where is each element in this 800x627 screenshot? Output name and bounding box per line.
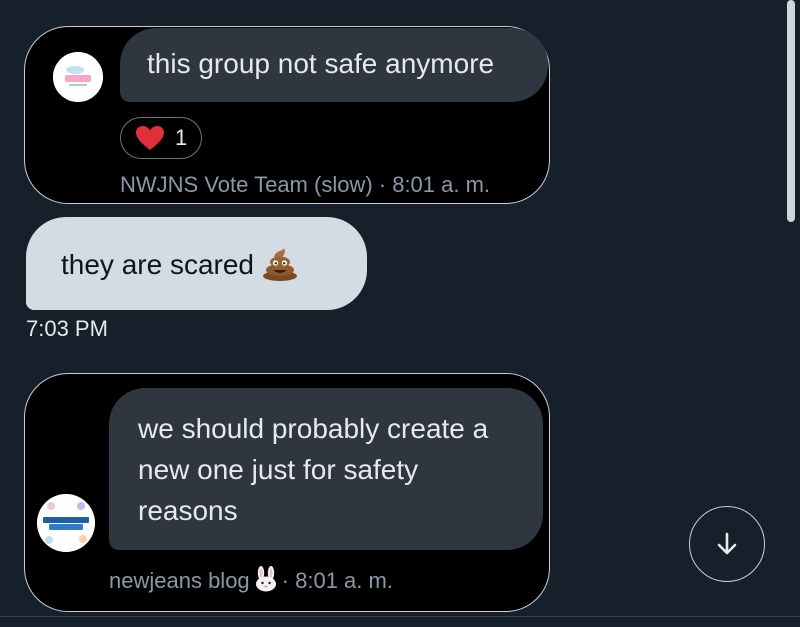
- message-meta: NWJNS Vote Team (slow) · 8:01 a. m.: [120, 172, 491, 197]
- reaction-count: 1: [175, 125, 188, 150]
- avatar[interactable]: [53, 52, 103, 102]
- quoted-message-text: we should probably create a new one just…: [138, 413, 489, 526]
- message-meta: newjeans blog · 8:01 a. m.: [109, 566, 393, 594]
- pile-of-poo-icon: [263, 248, 297, 281]
- shared-message-card[interactable]: we should probably create a new one just…: [24, 373, 550, 612]
- message-timestamp: 7:03 PM: [26, 316, 108, 341]
- reaction-pill[interactable]: 1: [120, 117, 202, 159]
- message-time: · 8:01 a. m.: [281, 568, 393, 593]
- red-heart-icon: [136, 126, 164, 150]
- own-message-text: they are scared: [61, 249, 254, 280]
- shared-message-card[interactable]: this group not safe anymore 1 NWJNS Vote…: [24, 26, 550, 204]
- scroll-to-bottom-button[interactable]: [689, 506, 765, 582]
- nwjns-vote-team-logo-icon: [53, 52, 103, 102]
- sender-name: newjeans blog: [109, 568, 250, 593]
- avatar[interactable]: [37, 494, 95, 552]
- divider: [0, 616, 800, 617]
- dm-conversation: this group not safe anymore 1 NWJNS Vote…: [0, 0, 800, 627]
- quoted-message-bubble[interactable]: we should probably create a new one just…: [109, 388, 543, 550]
- quoted-message-text: this group not safe anymore: [147, 48, 495, 79]
- newjeans-team-logo-icon: [37, 494, 95, 552]
- own-message-bubble[interactable]: they are scared: [26, 217, 367, 310]
- scrollbar[interactable]: [787, 0, 795, 222]
- rabbit-face-icon: [255, 566, 276, 592]
- quoted-message-bubble[interactable]: this group not safe anymore: [120, 28, 548, 102]
- arrow-down-icon: [717, 532, 737, 555]
